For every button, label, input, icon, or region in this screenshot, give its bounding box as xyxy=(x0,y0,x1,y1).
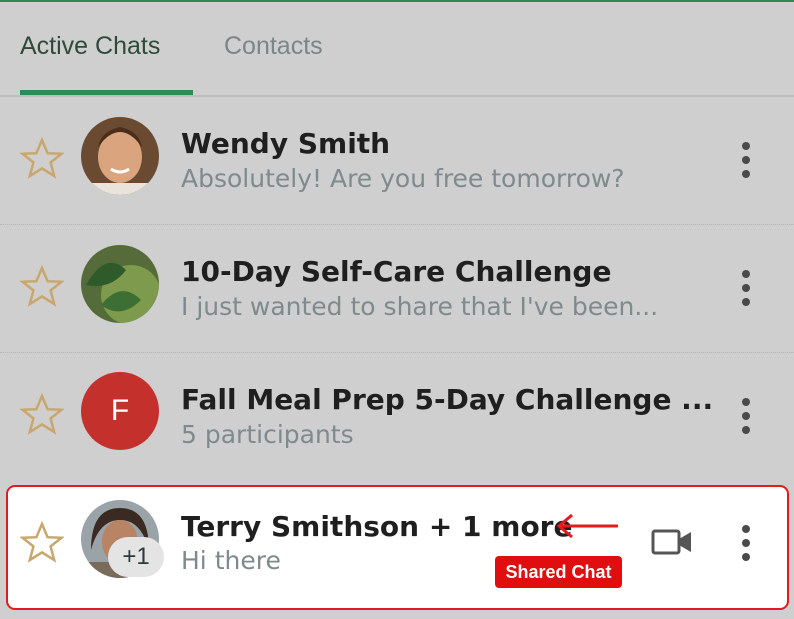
chat-name: Fall Meal Prep 5-Day Challenge ... xyxy=(181,383,714,416)
star-icon[interactable] xyxy=(20,137,64,181)
tab-active-chats[interactable]: Active Chats xyxy=(20,32,160,61)
photo-woman-icon xyxy=(81,117,159,195)
chat-tabs: Active Chats Contacts xyxy=(0,2,794,96)
star-icon[interactable] xyxy=(20,265,64,309)
chat-name: 10-Day Self-Care Challenge xyxy=(181,255,612,288)
chat-preview: I just wanted to share that I've been... xyxy=(181,292,659,321)
avatar xyxy=(81,245,159,323)
chat-row-self-care-challenge[interactable]: 10-Day Self-Care Challenge I just wanted… xyxy=(0,225,794,353)
chat-row-wendy-smith[interactable]: Wendy Smith Absolutely! Are you free tom… xyxy=(0,97,794,225)
arrow-left-icon xyxy=(556,513,618,539)
tab-contacts[interactable]: Contacts xyxy=(224,32,323,61)
more-options-icon[interactable] xyxy=(738,270,754,310)
photo-greens-icon xyxy=(81,245,159,323)
chat-name: Wendy Smith xyxy=(181,127,391,160)
more-options-icon[interactable] xyxy=(738,142,754,182)
star-icon[interactable] xyxy=(20,393,64,437)
more-options-icon[interactable] xyxy=(738,525,754,565)
chat-preview: Absolutely! Are you free tomorrow? xyxy=(181,164,625,193)
video-call-icon[interactable] xyxy=(650,527,694,557)
shared-chat-label: Shared Chat xyxy=(495,556,622,588)
avatar xyxy=(81,117,159,195)
star-icon[interactable] xyxy=(20,521,64,565)
avatar: F xyxy=(81,372,159,450)
chat-preview: 5 participants xyxy=(181,420,354,449)
chat-row-fall-meal-prep[interactable]: F Fall Meal Prep 5-Day Challenge ... 5 p… xyxy=(0,353,794,481)
chat-name: Terry Smithson + 1 more xyxy=(181,510,573,543)
more-options-icon[interactable] xyxy=(738,398,754,438)
chat-preview: Hi there xyxy=(181,546,281,575)
participant-count-badge: +1 xyxy=(108,537,164,577)
